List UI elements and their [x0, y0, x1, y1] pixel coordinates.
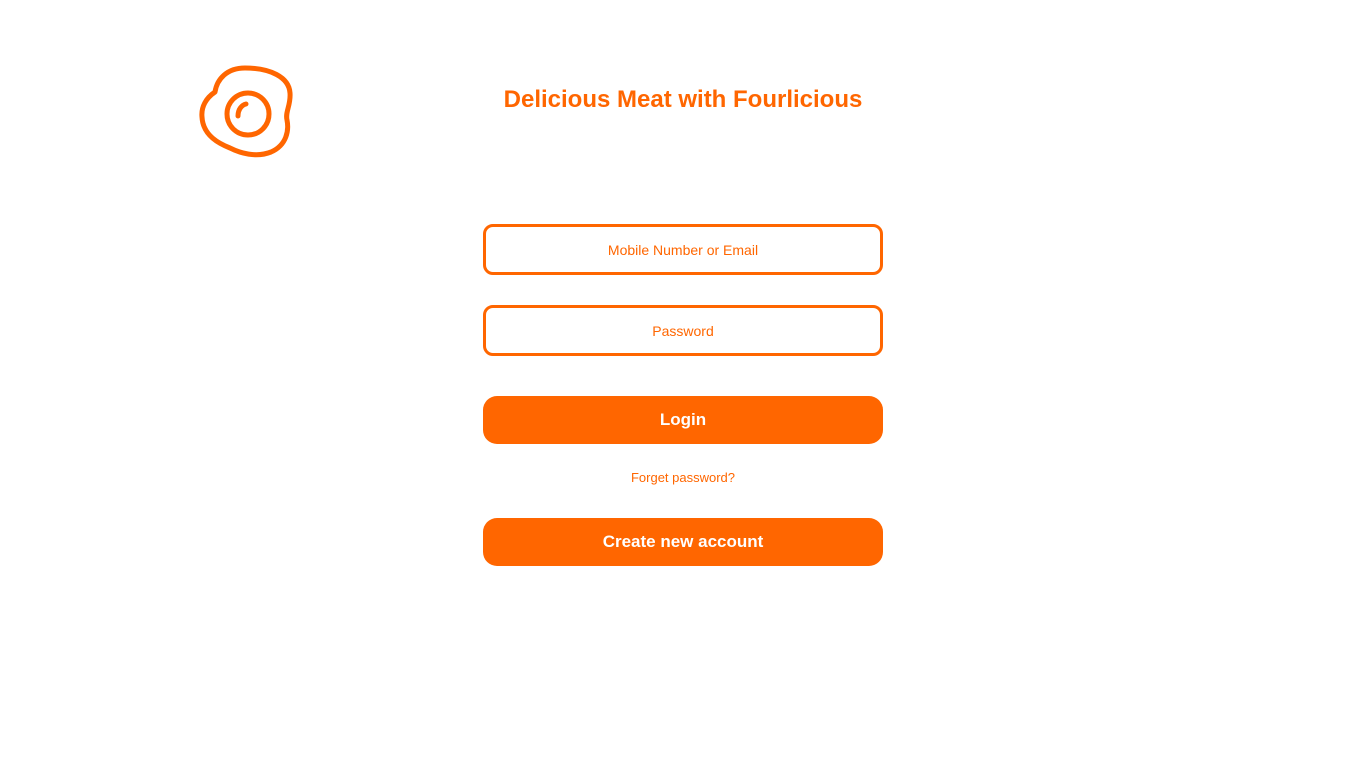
password-input[interactable]	[483, 305, 883, 356]
forgot-password-link[interactable]: Forget password?	[483, 470, 883, 486]
fried-egg-icon	[198, 63, 294, 159]
login-button[interactable]: Login	[483, 396, 883, 444]
create-account-button[interactable]: Create new account	[483, 518, 883, 566]
login-page: Delicious Meat with Fourlicious Login Fo…	[0, 0, 1366, 768]
login-form: Login Forget password? Create new accoun…	[483, 224, 883, 566]
identifier-input[interactable]	[483, 224, 883, 275]
page-title: Delicious Meat with Fourlicious	[503, 86, 863, 113]
